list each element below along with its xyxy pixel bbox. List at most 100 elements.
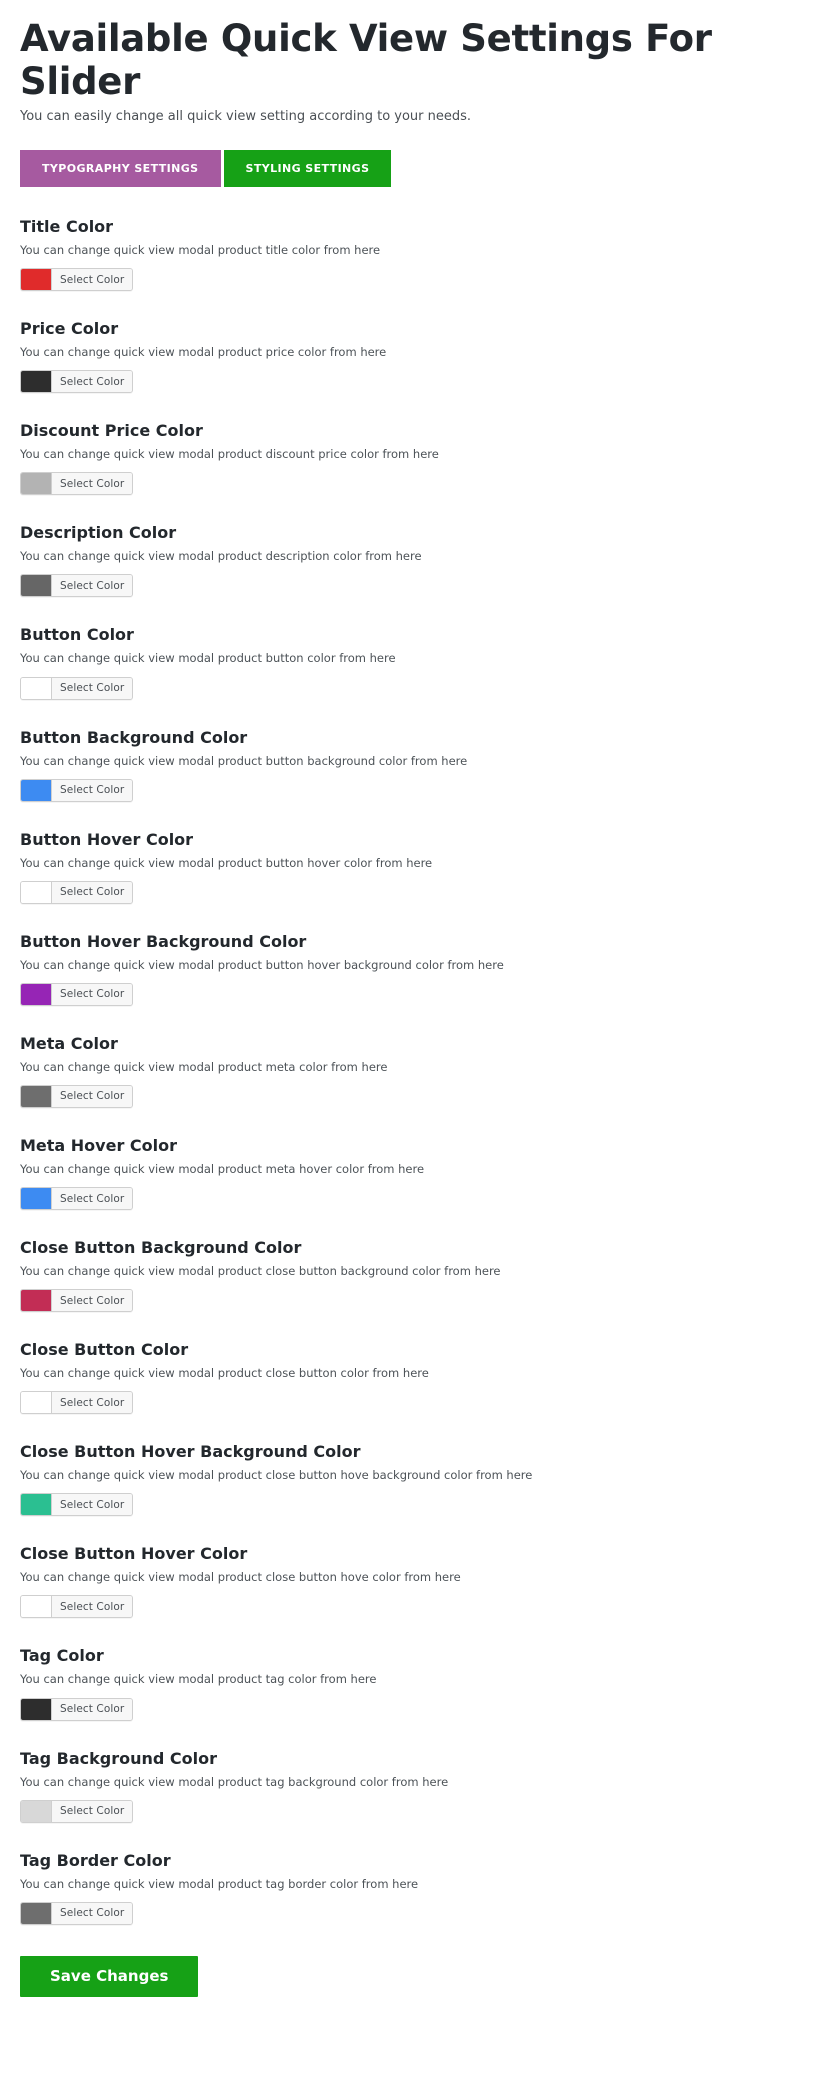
color-picker-button[interactable]: Select Color <box>20 1493 134 1517</box>
setting-description: You can change quick view modal product … <box>20 1672 377 1687</box>
setting-title: Close Button Hover Background Color <box>20 1442 361 1462</box>
setting-block: Tag Border Color You can change quick vie… <box>20 1851 795 1928</box>
setting-title: Button Hover Background Color <box>20 931 307 951</box>
color-swatch-icon <box>21 677 52 699</box>
color-picker-button[interactable]: Select Color <box>20 1391 134 1415</box>
color-picker-button[interactable]: Select Color <box>20 1595 134 1619</box>
setting-title: Close Button Hover Color <box>20 1544 248 1564</box>
setting-description: You can change quick view modal product … <box>20 651 396 666</box>
color-swatch-icon <box>21 269 52 291</box>
setting-description: You can change quick view modal product … <box>20 447 439 462</box>
setting-description: You can change quick view modal product … <box>20 1876 419 1891</box>
setting-description: You can change quick view modal product … <box>20 1366 429 1381</box>
color-swatch-icon <box>21 1902 52 1924</box>
color-swatch-icon <box>21 1392 52 1414</box>
color-swatch-icon <box>21 1800 52 1822</box>
color-swatch-icon <box>21 575 52 597</box>
color-swatch-icon <box>21 1698 52 1720</box>
setting-block: Close Button Hover Color You can change q… <box>20 1544 795 1621</box>
color-picker-button[interactable]: Select Color <box>20 676 134 700</box>
settings-page: Available Quick View Settings For Slider… <box>0 0 815 2037</box>
setting-title: Tag Background Color <box>20 1748 218 1768</box>
select-color-label: Select Color <box>52 1698 133 1720</box>
select-color-label: Select Color <box>52 1290 133 1312</box>
color-picker-button[interactable]: Select Color <box>20 1799 134 1823</box>
setting-block: Button Hover Color You can change quick v… <box>20 830 795 907</box>
setting-title: Tag Color <box>20 1646 104 1666</box>
select-color-label: Select Color <box>52 1494 133 1516</box>
color-picker-button[interactable]: Select Color <box>20 1289 134 1313</box>
color-swatch-icon <box>21 1290 52 1312</box>
select-color-label: Select Color <box>52 269 133 291</box>
select-color-label: Select Color <box>52 677 133 699</box>
select-color-label: Select Color <box>52 1085 133 1107</box>
color-picker-button[interactable]: Select Color <box>20 982 134 1006</box>
color-swatch-icon <box>21 779 52 801</box>
setting-description: You can change quick view modal product … <box>20 345 387 360</box>
setting-block: Tag Color You can change quick view modal… <box>20 1646 795 1723</box>
color-picker-button[interactable]: Select Color <box>20 1187 134 1211</box>
color-picker-button[interactable]: Select Color <box>20 574 134 598</box>
select-color-label: Select Color <box>52 1392 133 1414</box>
color-picker-button[interactable]: Select Color <box>20 1901 134 1925</box>
select-color-label: Select Color <box>52 1188 133 1210</box>
tab-typography-settings[interactable]: TYPOGRAPHY SETTINGS <box>20 150 221 188</box>
setting-description: You can change quick view modal product … <box>20 1059 388 1074</box>
color-picker-button[interactable]: Select Color <box>20 880 134 904</box>
setting-description: You can change quick view modal product … <box>20 855 433 870</box>
color-swatch-icon <box>21 983 52 1005</box>
select-color-label: Select Color <box>52 1800 133 1822</box>
setting-block: Meta Hover Color You can change quick vie… <box>20 1136 795 1213</box>
color-picker-button[interactable]: Select Color <box>20 1084 134 1108</box>
setting-title: Close Button Color <box>20 1340 189 1360</box>
color-picker-button[interactable]: Select Color <box>20 472 134 496</box>
setting-title: Tag Border Color <box>20 1850 171 1870</box>
color-picker-button[interactable]: Select Color <box>20 778 134 802</box>
setting-description: You can change quick view modal product … <box>20 243 381 258</box>
color-swatch-icon <box>21 1494 52 1516</box>
setting-block: Meta Color You can change quick view moda… <box>20 1034 795 1111</box>
color-swatch-icon <box>21 1188 52 1210</box>
color-picker-button[interactable]: Select Color <box>20 370 134 394</box>
setting-block: Description Color You can change quick vi… <box>20 523 795 600</box>
setting-block: Close Button Color You can change quick v… <box>20 1340 795 1417</box>
color-swatch-icon <box>21 1085 52 1107</box>
setting-title: Close Button Background Color <box>20 1238 302 1258</box>
setting-description: You can change quick view modal product … <box>20 1264 501 1279</box>
color-picker-button[interactable]: Select Color <box>20 1697 134 1721</box>
setting-title: Price Color <box>20 319 119 339</box>
setting-block: Price Color You can change quick view mod… <box>20 319 795 396</box>
page-title: Available Quick View Settings For Slider <box>20 17 712 103</box>
select-color-label: Select Color <box>52 575 133 597</box>
save-changes-row: Save Changes <box>20 1955 795 2037</box>
tab-styling-settings[interactable]: STYLING SETTINGS <box>223 150 392 188</box>
color-picker-button[interactable]: Select Color <box>20 268 134 292</box>
setting-description: You can change quick view modal product … <box>20 549 422 564</box>
setting-description: You can change quick view modal product … <box>20 1161 425 1176</box>
setting-block: Close Button Hover Background Color You c… <box>20 1442 795 1519</box>
select-color-label: Select Color <box>52 1902 133 1924</box>
settings-tab-bar: TYPOGRAPHY SETTINGS STYLING SETTINGS <box>20 150 795 188</box>
save-changes-button[interactable]: Save Changes <box>20 1955 199 1997</box>
setting-description: You can change quick view modal product … <box>20 957 504 972</box>
color-swatch-icon <box>21 473 52 495</box>
setting-title: Title Color <box>20 217 114 237</box>
color-swatch-icon <box>21 1596 52 1618</box>
setting-title: Meta Color <box>20 1033 118 1053</box>
setting-title: Discount Price Color <box>20 421 203 441</box>
select-color-label: Select Color <box>52 371 133 393</box>
select-color-label: Select Color <box>52 881 133 903</box>
select-color-label: Select Color <box>52 1596 133 1618</box>
setting-description: You can change quick view modal product … <box>20 1774 449 1789</box>
setting-block: Button Color You can change quick view mo… <box>20 625 795 702</box>
setting-title: Button Background Color <box>20 727 248 747</box>
setting-title: Meta Hover Color <box>20 1135 178 1155</box>
setting-block: Title Color You can change quick view mod… <box>20 217 795 294</box>
setting-title: Button Color <box>20 625 134 645</box>
setting-block: Button Background Color You can change qu… <box>20 728 795 805</box>
color-swatch-icon <box>21 371 52 393</box>
setting-title: Description Color <box>20 523 177 543</box>
page-subtitle: You can easily change all quick view set… <box>20 109 472 125</box>
color-swatch-icon <box>21 881 52 903</box>
setting-description: You can change quick view modal product … <box>20 753 468 768</box>
